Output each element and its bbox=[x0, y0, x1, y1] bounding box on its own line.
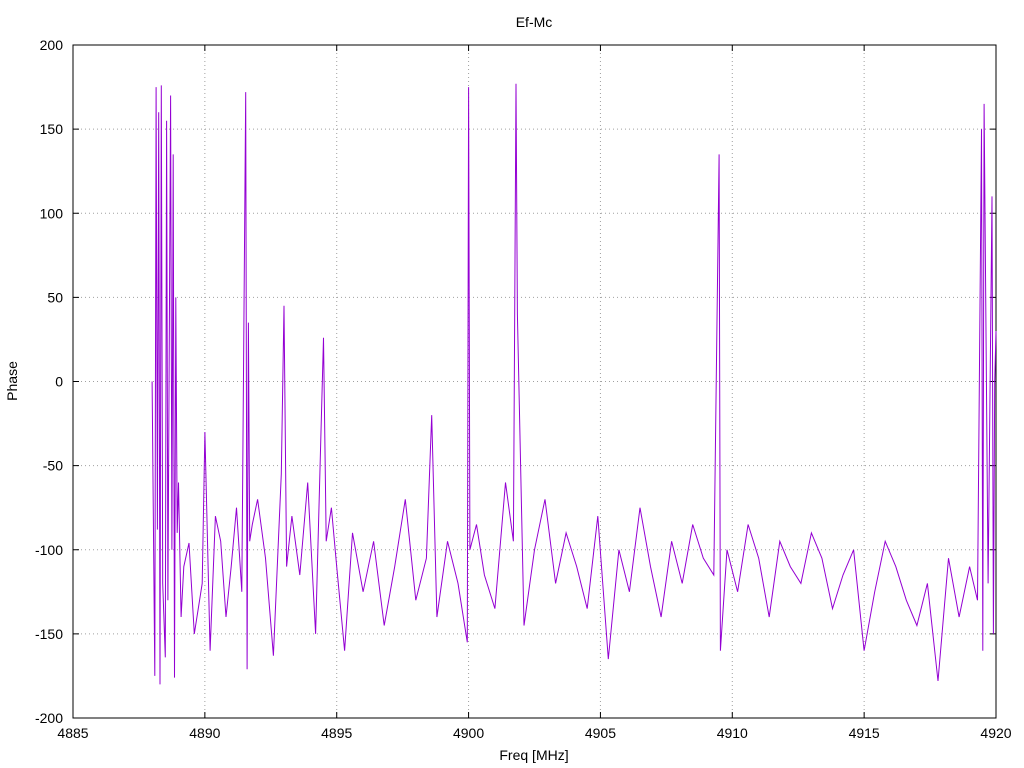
x-axis-title: Freq [MHz] bbox=[499, 747, 568, 763]
phase-series-line bbox=[151, 83, 997, 685]
phase-chart: Ef-Mc 4885 4890 4895 4900 4905 4910 4915 4920 -… bbox=[4, 14, 1012, 763]
x-tick-labels: 4885 4890 4895 4900 4905 4910 4915 4920 bbox=[57, 725, 1011, 741]
y-tick-label: -100 bbox=[35, 542, 63, 558]
x-tick-label: 4920 bbox=[980, 725, 1011, 741]
y-tick-label: 0 bbox=[55, 374, 63, 390]
x-tick-label: 4900 bbox=[453, 725, 484, 741]
y-axis-title: Phase bbox=[4, 361, 20, 401]
y-tick-label: 200 bbox=[40, 37, 64, 53]
y-tick-labels: -200 -150 -100 -50 0 50 100 150 200 bbox=[35, 37, 63, 726]
y-tick-label: -150 bbox=[35, 626, 63, 642]
y-tick-label: -50 bbox=[43, 458, 63, 474]
chart-title: Ef-Mc bbox=[516, 14, 553, 30]
x-tick-label: 4890 bbox=[189, 725, 220, 741]
x-tick-label: 4895 bbox=[321, 725, 352, 741]
data-series bbox=[151, 83, 997, 685]
y-tick-label: -200 bbox=[35, 710, 63, 726]
y-tick-label: 100 bbox=[40, 205, 64, 221]
y-tick-label: 150 bbox=[40, 121, 64, 137]
x-tick-label: 4915 bbox=[849, 725, 880, 741]
y-tick-label: 50 bbox=[47, 289, 63, 305]
x-tick-label: 4905 bbox=[585, 725, 616, 741]
x-tick-label: 4910 bbox=[717, 725, 748, 741]
x-tick-label: 4885 bbox=[57, 725, 88, 741]
